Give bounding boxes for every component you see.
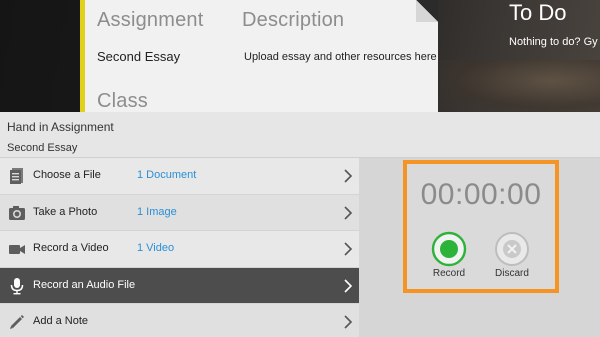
- assignment-header: Assignment: [97, 9, 204, 31]
- chevron-right-icon: [344, 242, 353, 256]
- chevron-right-icon: [344, 315, 353, 329]
- assignment-card[interactable]: Assignment Description Second Essay Uplo…: [80, 0, 438, 112]
- option-add-note[interactable]: Add a Note: [0, 304, 359, 337]
- option-choose-file[interactable]: Choose a File 1 Document: [0, 158, 359, 195]
- description-header: Description: [242, 9, 345, 31]
- option-label: Add a Note: [33, 315, 89, 328]
- record-button[interactable]: [430, 230, 468, 268]
- background-photo: [440, 60, 600, 112]
- option-take-photo[interactable]: Take a Photo 1 Image: [0, 194, 359, 232]
- option-label: Record a Video: [33, 242, 109, 255]
- option-count: 1 Video: [137, 242, 175, 255]
- option-record-video[interactable]: Record a Video 1 Video: [0, 231, 359, 268]
- video-camera-icon: [9, 245, 25, 255]
- file-icon: [10, 168, 23, 184]
- option-label: Take a Photo: [33, 205, 98, 218]
- panel-subtitle: Second Essay: [7, 142, 78, 154]
- pencil-icon: [10, 315, 24, 330]
- option-count: 1 Document: [137, 169, 197, 181]
- recording-timer: 00:00:00: [420, 178, 542, 211]
- card-fold-corner: [416, 0, 438, 22]
- microphone-icon: [10, 277, 24, 295]
- option-record-audio[interactable]: Record an Audio File: [0, 267, 359, 305]
- camera-icon: [9, 205, 25, 220]
- assignment-value: Second Essay: [97, 49, 181, 64]
- audio-recorder: 00:00:00 Record Discard: [403, 160, 559, 293]
- todo-title: To Do: [509, 0, 567, 25]
- chevron-right-icon: [344, 169, 353, 183]
- chevron-right-icon: [344, 279, 353, 293]
- class-header: Class: [97, 90, 149, 112]
- panel-title: Hand in Assignment: [7, 120, 114, 134]
- option-label: Record an Audio File: [33, 278, 136, 291]
- option-label: Choose a File: [33, 169, 101, 181]
- record-label: Record: [432, 268, 466, 279]
- panel-header: Hand in Assignment Second Essay: [0, 112, 600, 158]
- options-list: Choose a File 1 Document Take a Photo 1 …: [0, 158, 359, 337]
- discard-label: Discard: [495, 268, 529, 279]
- todo-subtitle: Nothing to do? Gy: [509, 36, 598, 48]
- option-count: 1 Image: [137, 205, 177, 218]
- discard-button[interactable]: [493, 230, 531, 268]
- description-value: Upload essay and other resources here: [244, 51, 437, 63]
- chevron-right-icon: [344, 206, 353, 220]
